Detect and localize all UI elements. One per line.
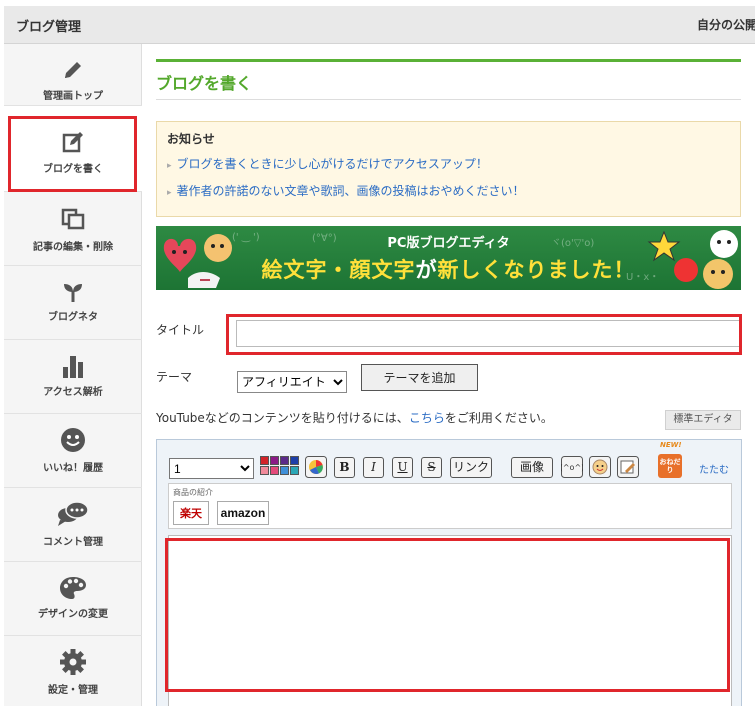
italic-button[interactable]: I [363, 457, 384, 478]
sprout-icon [4, 278, 142, 306]
top-bar: ブログ管理 自分の公開 [4, 6, 755, 44]
sidebar-item-edit-articles[interactable]: 記事の編集・削除 [4, 192, 142, 266]
color-swatches[interactable] [260, 456, 304, 478]
sidebar-item-blog-topics[interactable]: ブログネタ [4, 266, 142, 340]
stamp-icon[interactable] [617, 456, 639, 478]
highlight-write-item [8, 116, 137, 192]
bold-button[interactable]: B [334, 457, 355, 478]
svg-text:(^o^): (^o^) [561, 463, 583, 472]
sidebar-item-label: ブログネタ [48, 312, 98, 323]
arrow-right-icon: ▸ [167, 161, 172, 171]
editor-toolbar: 1 B I U S リンク 画像 (^o^) [157, 440, 741, 482]
highlight-body-area [165, 538, 730, 692]
rakuten-button[interactable]: 楽天 [173, 501, 209, 525]
arrow-right-icon: ▸ [167, 188, 172, 198]
sidebar-item-comments[interactable]: コメント管理 [4, 488, 142, 562]
notice-box: お知らせ ▸ ブログを書くときに少し心がけるだけでアクセスアップ！ ▸ 著作者の許諾… [156, 121, 741, 217]
sidebar-item-label: デザインの変更 [38, 609, 108, 620]
sidebar-item-label: 管理画トップ [43, 91, 103, 102]
sidebar-item-label: 記事の編集・削除 [33, 242, 113, 253]
kaomoji-icon[interactable]: (^o^) [561, 456, 583, 478]
banner-headline: 絵文字・顔文字が新しくなりました！ [261, 258, 636, 282]
strike-button[interactable]: S [421, 457, 442, 478]
link-button[interactable]: リンク [450, 457, 492, 478]
youtube-here-link[interactable]: こちら [409, 411, 445, 425]
banner-subtitle: PC版ブログエディタ [387, 236, 510, 251]
standard-editor-button[interactable]: 標準エディタ [665, 410, 741, 430]
sidebar-item-settings[interactable]: 設定・管理 [4, 636, 142, 706]
page-title: ブログを書く [156, 74, 253, 93]
sidebar-item-label: アクセス解析 [43, 387, 103, 398]
app-title: ブログ管理 [16, 20, 82, 35]
youtube-note: YouTubeなどのコンテンツを貼り付けるには、こちらをご利用ください。 [156, 411, 553, 425]
collapse-link[interactable]: たたむ [699, 461, 729, 476]
theme-label: テーマ [156, 370, 193, 384]
onedari-button[interactable]: おねだり [658, 454, 682, 478]
product-intro-title: 商品の紹介 [173, 488, 213, 497]
sidebar-item-label: 設定・管理 [48, 685, 98, 696]
emoji-icon[interactable] [589, 456, 611, 478]
theme-select[interactable]: アフィリエイト [237, 371, 347, 393]
copy-icon [4, 204, 142, 232]
pencil-icon [4, 56, 142, 84]
sidebar-item-likes[interactable]: いいね！履歴 [4, 414, 142, 488]
gear-icon [4, 648, 142, 676]
smile-icon [4, 426, 142, 454]
notice-link[interactable]: ▸ 著作者の許諾のない文章や歌詞、画像の投稿はおやめください！ [167, 182, 525, 199]
bar-chart-icon [4, 352, 142, 380]
add-theme-button[interactable]: テーマを追加 [361, 364, 478, 391]
notice-link[interactable]: ▸ ブログを書くときに少し心がけるだけでアクセスアップ！ [167, 155, 488, 172]
sidebar-item-design[interactable]: デザインの変更 [4, 562, 142, 636]
underline-button[interactable]: U [392, 457, 413, 478]
image-button[interactable]: 画像 [511, 457, 553, 478]
new-badge: NEW! [660, 441, 682, 449]
emoji-update-banner[interactable]: (' ‿ ') (°∀°) ヾ(o'▽'o) U・x・ PC版ブログエディタ 絵… [156, 226, 741, 290]
notice-title: お知らせ [167, 132, 215, 146]
page-title-bar: ブログを書く [156, 59, 741, 100]
font-size-select[interactable]: 1 [169, 458, 254, 479]
title-label: タイトル [156, 323, 205, 337]
amazon-button[interactable]: amazon [217, 501, 269, 525]
color-picker-icon[interactable] [305, 456, 327, 478]
public-page-link[interactable]: 自分の公開 [697, 16, 755, 33]
palette-icon [4, 574, 142, 602]
product-intro-panel: 商品の紹介 楽天 amazon [168, 483, 732, 529]
highlight-title-input [226, 314, 742, 355]
sidebar-item-label: いいね！履歴 [43, 463, 103, 474]
sidebar-item-analytics[interactable]: アクセス解析 [4, 340, 142, 414]
sidebar-item-dashboard[interactable]: 管理画トップ [4, 44, 142, 106]
sidebar-item-label: コメント管理 [43, 537, 103, 548]
comment-icon [4, 500, 142, 528]
